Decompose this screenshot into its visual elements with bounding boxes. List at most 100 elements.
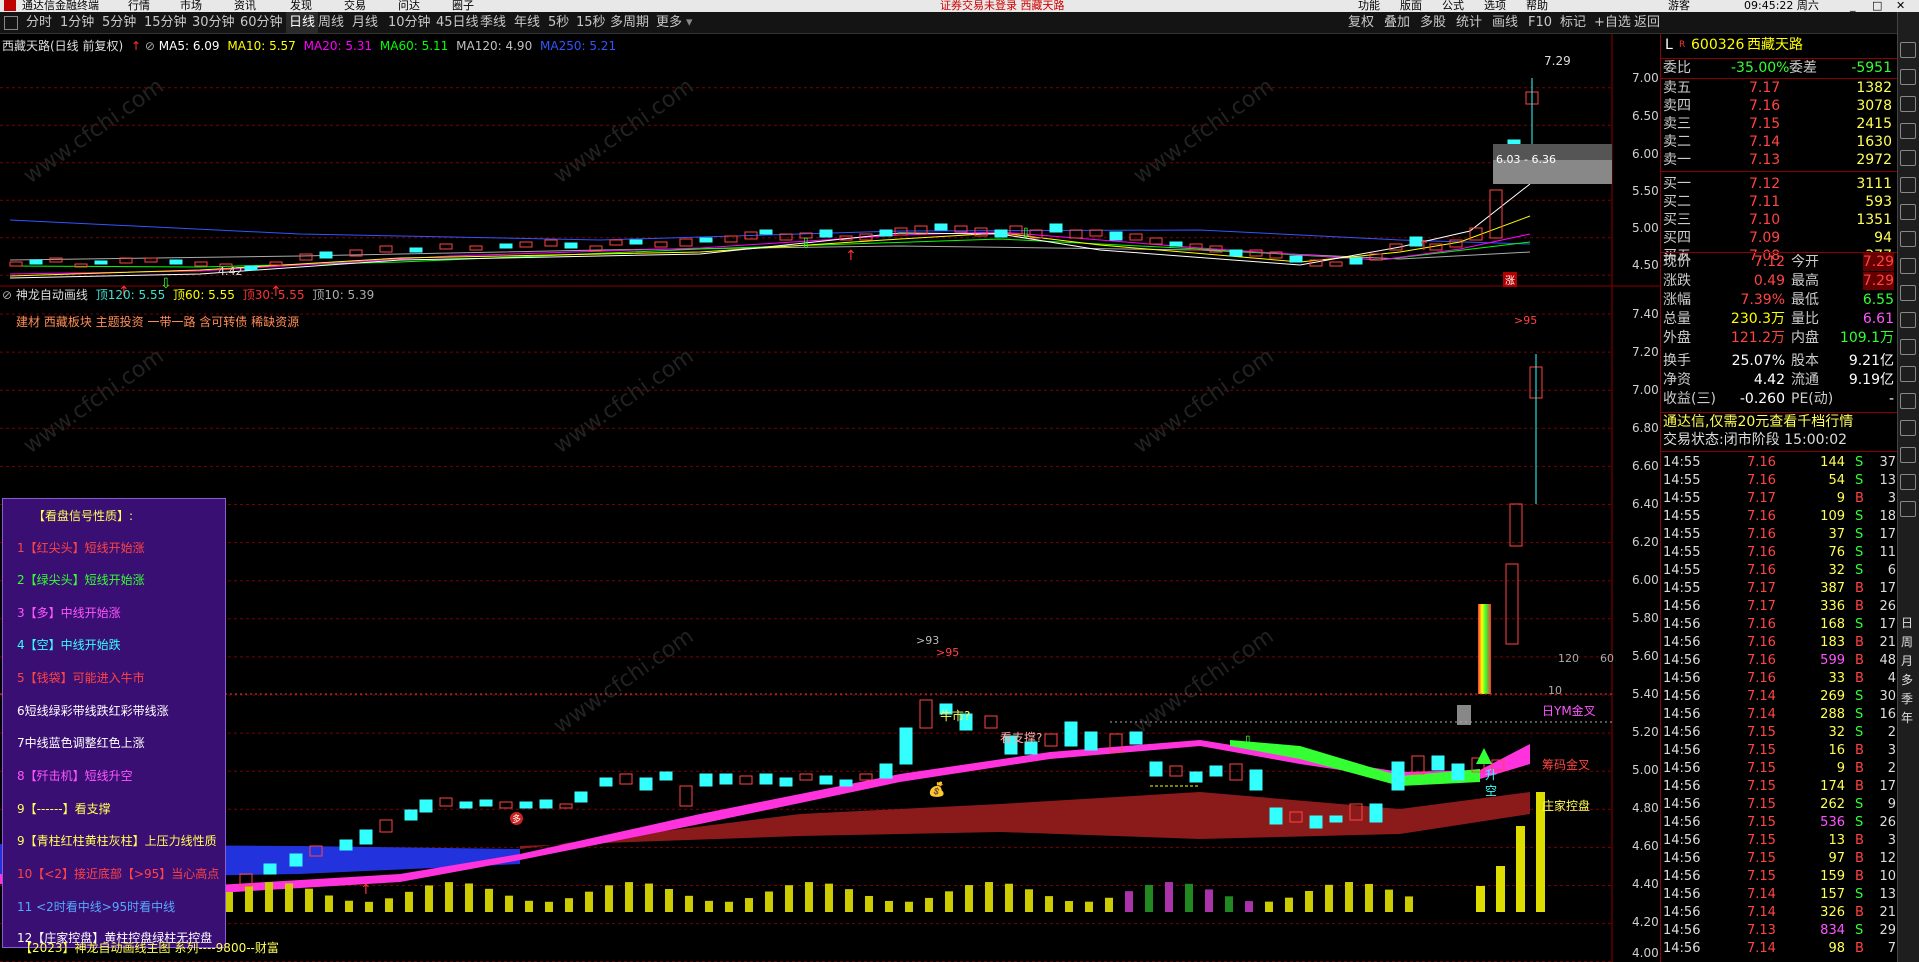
period-fenshi[interactable]: 分时 xyxy=(26,12,52,33)
tool-zixuan[interactable]: +自选 xyxy=(1594,12,1631,33)
period-side-tab[interactable]: 月 xyxy=(1901,652,1917,671)
tick-row[interactable]: 14:55 7.16 144 S 37 xyxy=(1661,454,1898,472)
tick-row[interactable]: 14:56 7.14 326 B 21 xyxy=(1661,904,1898,922)
period-15s[interactable]: 15秒 xyxy=(576,12,606,33)
tick-row[interactable]: 14:56 7.15 536 S 26 xyxy=(1661,814,1898,832)
period-30min[interactable]: 30分钟 xyxy=(192,12,235,33)
tool-duogu[interactable]: 多股 xyxy=(1420,12,1446,33)
ask-level[interactable]: 卖五 7.17 1382 xyxy=(1661,79,1898,97)
star-icon[interactable] xyxy=(1900,420,1916,436)
zoom-icon[interactable] xyxy=(1900,474,1916,490)
tick-row[interactable]: 14:56 7.14 269 S 30 xyxy=(1661,688,1898,706)
menu-bangzhu[interactable]: 帮助 xyxy=(1526,0,1548,11)
period-quarter[interactable]: 季线 xyxy=(480,12,506,33)
tick-row[interactable]: 14:55 7.16 109 S 18 xyxy=(1661,508,1898,526)
period-1min[interactable]: 1分钟 xyxy=(60,12,94,33)
tick-row[interactable]: 14:56 7.14 98 B 7 xyxy=(1661,940,1898,958)
menu-zixun[interactable]: 资讯 xyxy=(234,0,256,11)
period-15min[interactable]: 15分钟 xyxy=(144,12,187,33)
chart-area[interactable]: www.cfchi.com www.cfchi.com www.cfchi.com w… xyxy=(0,34,1660,962)
bid-level[interactable]: 买四 7.09 94 xyxy=(1661,229,1898,247)
period-daily[interactable]: 日线 xyxy=(286,12,319,33)
user-name[interactable]: 游客 xyxy=(1668,0,1690,11)
menu-jiaoyi[interactable]: 交易 xyxy=(344,0,366,11)
tick-row[interactable]: 14:56 7.15 32 S 2 xyxy=(1661,724,1898,742)
tool-fuquan[interactable]: 复权 xyxy=(1348,12,1374,33)
bid-level[interactable]: 买二 7.11 593 xyxy=(1661,193,1898,211)
tool-f10[interactable]: F10 xyxy=(1528,12,1552,33)
chart-canvas[interactable]: www.cfchi.com www.cfchi.com www.cfchi.com w… xyxy=(0,34,1660,962)
tick-row[interactable]: 14:55 7.16 32 S 6 xyxy=(1661,562,1898,580)
cross-icon[interactable] xyxy=(1900,339,1916,355)
channel-tool-icon[interactable] xyxy=(1900,204,1916,220)
period-side-tab[interactable]: 季 xyxy=(1901,690,1917,709)
tool-tongji[interactable]: 统计 xyxy=(1456,12,1482,33)
tick-row[interactable]: 14:56 7.15 16 B 3 xyxy=(1661,742,1898,760)
tick-row[interactable]: 14:56 7.17 336 B 26 xyxy=(1661,598,1898,616)
tick-row[interactable]: 14:56 7.16 183 B 21 xyxy=(1661,634,1898,652)
rsi-icon[interactable] xyxy=(1900,447,1916,463)
up-arrow-icon[interactable] xyxy=(1900,69,1916,85)
menu-gongshi[interactable]: 公式 xyxy=(1442,0,1464,11)
period-side-tab[interactable]: 多 xyxy=(1901,671,1917,690)
menu-quanzi[interactable]: 圈子 xyxy=(452,0,474,11)
tick-row[interactable]: 14:55 7.17 387 B 17 xyxy=(1661,580,1898,598)
maximize-icon[interactable]: □ xyxy=(1872,0,1882,11)
tick-row[interactable]: 14:56 7.15 262 S 9 xyxy=(1661,796,1898,814)
left-arrow-icon[interactable] xyxy=(1900,123,1916,139)
grid-icon[interactable] xyxy=(1900,231,1916,247)
menu-shichang[interactable]: 市场 xyxy=(180,0,202,11)
tick-row[interactable]: 14:56 7.14 288 S 16 xyxy=(1661,706,1898,724)
tick-row[interactable]: 14:56 7.13 834 S 29 xyxy=(1661,922,1898,940)
tick-row[interactable]: 14:56 7.15 174 B 17 xyxy=(1661,778,1898,796)
minimize-icon[interactable]: _ xyxy=(1850,0,1856,11)
tool-diejia[interactable]: 叠加 xyxy=(1384,12,1410,33)
tick-row[interactable]: 14:56 7.14 157 S 13 xyxy=(1661,886,1898,904)
more-dropdown-icon[interactable]: ▾ xyxy=(686,12,693,33)
tool-biaoji[interactable]: 标记 xyxy=(1560,12,1586,33)
brush-icon[interactable] xyxy=(1900,393,1916,409)
tick-row[interactable]: 14:56 7.16 33 B 4 xyxy=(1661,670,1898,688)
tool-huaxian[interactable]: 画线 xyxy=(1492,12,1518,33)
tick-list[interactable]: 14:55 7.16 144 S 37 14:55 7.16 54 S 13 14:55 7.17 9 B… xyxy=(1661,451,1898,961)
panel-toggle-icon[interactable] xyxy=(4,16,18,30)
menu-hangqing[interactable]: 行情 xyxy=(128,0,150,11)
bid-level[interactable]: 买一 7.12 3111 xyxy=(1661,175,1898,193)
menu-wenda[interactable]: 问达 xyxy=(398,0,420,11)
menu-banmian[interactable]: 版面 xyxy=(1400,0,1422,11)
period-multi[interactable]: 多周期 xyxy=(610,12,649,33)
close-icon[interactable]: ✕ xyxy=(1896,0,1905,11)
settings-icon[interactable]: ⊘ xyxy=(145,39,155,53)
tick-row[interactable]: 14:56 7.15 97 B 12 xyxy=(1661,850,1898,868)
tick-row[interactable]: 14:56 7.15 9 B 2 xyxy=(1661,760,1898,778)
period-year[interactable]: 年线 xyxy=(514,12,540,33)
tick-row[interactable]: 14:55 7.17 9 B 3 xyxy=(1661,490,1898,508)
pin-icon[interactable] xyxy=(1900,42,1916,58)
tick-row[interactable]: 14:55 7.16 76 S 11 xyxy=(1661,544,1898,562)
tool-back[interactable]: 返回 xyxy=(1634,12,1660,33)
ask-level[interactable]: 卖二 7.14 1630 xyxy=(1661,133,1898,151)
period-more[interactable]: 更多 xyxy=(656,12,682,33)
promo-banner[interactable]: 通达信,仅需20元查看千档行情 xyxy=(1661,412,1898,430)
period-60min[interactable]: 60分钟 xyxy=(240,12,283,33)
ask-level[interactable]: 卖三 7.15 2415 xyxy=(1661,115,1898,133)
period-10min[interactable]: 10分钟 xyxy=(388,12,431,33)
square-icon[interactable] xyxy=(1900,312,1916,328)
menu-faxian[interactable]: 发现 xyxy=(290,0,312,11)
menu-gongneng[interactable]: 功能 xyxy=(1358,0,1380,11)
right-arrow-icon[interactable] xyxy=(1900,150,1916,166)
period-side-tab[interactable]: 周 xyxy=(1901,633,1917,652)
menu-xuanxiang[interactable]: 选项 xyxy=(1484,0,1506,11)
period-45day[interactable]: 45日线 xyxy=(436,12,479,33)
ask-level[interactable]: 卖一 7.13 2972 xyxy=(1661,151,1898,169)
fib-icon[interactable] xyxy=(1900,258,1916,274)
pencil-icon[interactable] xyxy=(1900,501,1916,517)
period-side-tab[interactable]: 年 xyxy=(1901,709,1917,728)
ask-level[interactable]: 卖四 7.16 3078 xyxy=(1661,97,1898,115)
tick-row[interactable]: 14:56 7.16 168 S 17 xyxy=(1661,616,1898,634)
bid-level[interactable]: 买三 7.10 1351 xyxy=(1661,211,1898,229)
period-weekly[interactable]: 周线 xyxy=(318,12,344,33)
promo-text[interactable]: 通达信,仅需20元查看千档行情 xyxy=(1663,413,1853,431)
collapse-icon[interactable]: ⊘ xyxy=(2,288,12,302)
period-monthly[interactable]: 月线 xyxy=(352,12,378,33)
